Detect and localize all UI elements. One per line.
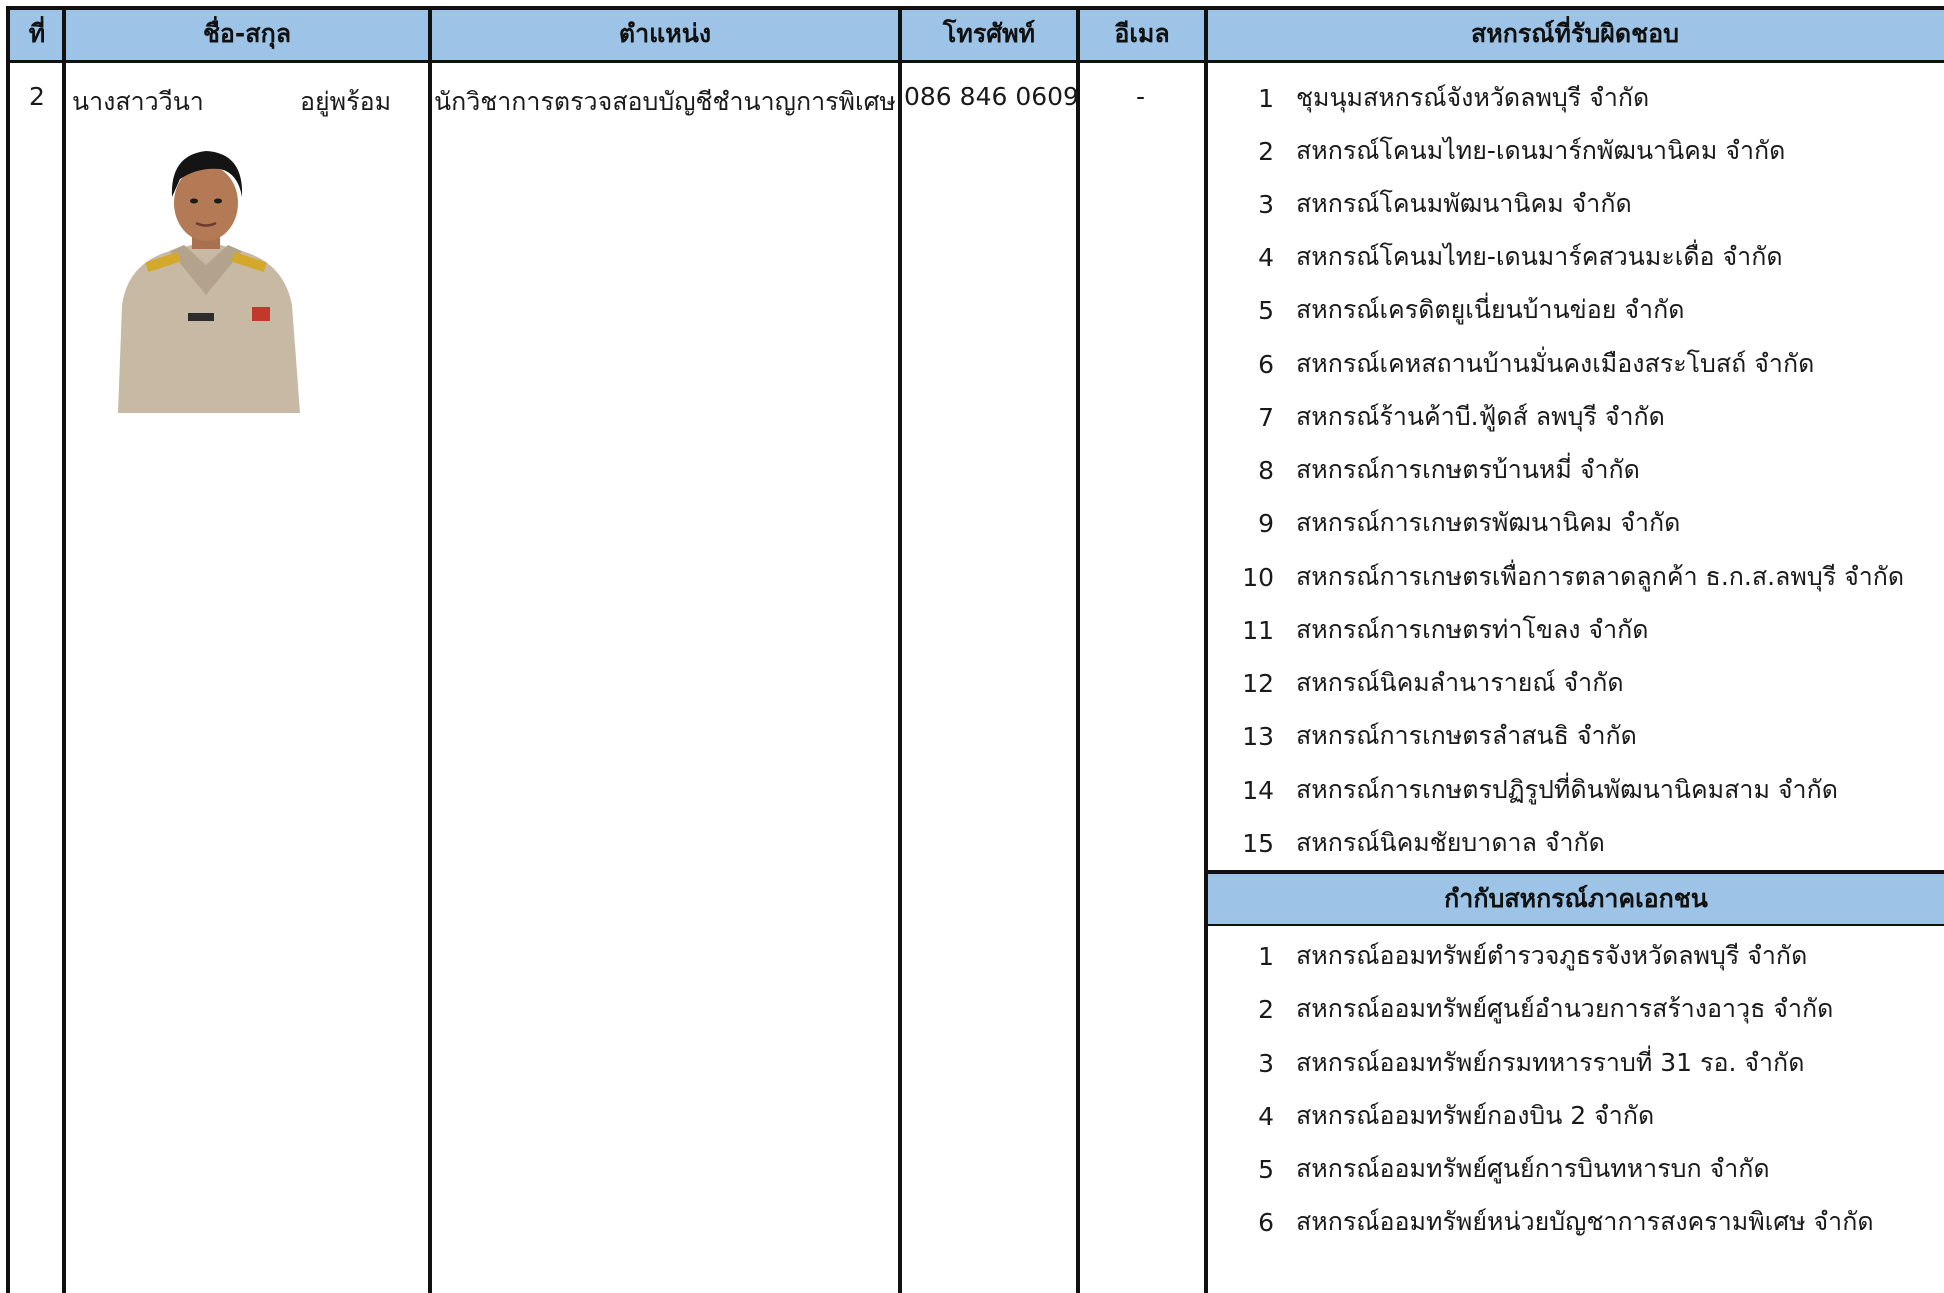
first-name: นางสาววีนา — [72, 87, 204, 116]
list-item: 6 สหกรณ์ออมทรัพย์หน่วยบัญชาการสงครามพิเศษ… — [1258, 1207, 1874, 1237]
header-coops: สหกรณ์ที่รับผิดชอบ — [1206, 8, 1944, 63]
table-top-border — [6, 6, 1944, 10]
header-no: ที่ — [10, 8, 64, 63]
list-item: 8 สหกรณ์การเกษตรบ้านหมี่ จำกัด — [1258, 455, 1640, 485]
private-coops-header: กำกับสหกรณ์ภาคเอกชน — [1208, 870, 1944, 926]
list-item: 7 สหกรณ์ร้านค้าบี.ฟู้ดส์ ลพบุรี จำกัด — [1258, 402, 1665, 432]
phone-number: 086 846 0609 — [904, 82, 1079, 111]
header-phone: โทรศัพท์ — [900, 8, 1078, 63]
grid-line — [1204, 8, 1208, 1293]
list-item: 2 สหกรณ์โคนมไทย-เดนมาร์กพัฒนานิคม จำกัด — [1258, 136, 1786, 166]
list-item: 6 สหกรณ์เคหสถานบ้านมั่นคงเมืองสระโบสถ์ จำ… — [1258, 349, 1815, 379]
list-item: 1 ชุมนุมสหกรณ์จังหวัดลพบุรี จำกัด — [1258, 83, 1650, 113]
header-email: อีเมล — [1078, 8, 1206, 63]
staff-photo — [108, 135, 304, 413]
list-item: 3 สหกรณ์โคนมพัฒนานิคม จำกัด — [1258, 189, 1632, 219]
list-item: 10 สหกรณ์การเกษตรเพื่อการตลาดลูกค้า ธ.ก.ส… — [1242, 562, 1905, 592]
grid-line — [6, 8, 10, 1293]
row-number: 2 — [29, 82, 45, 111]
list-item: 15 สหกรณ์นิคมชัยบาดาล จำกัด — [1242, 828, 1605, 858]
list-item: 4 สหกรณ์โคนมไทย-เดนมาร์คสวนมะเดื่อ จำกัด — [1258, 242, 1783, 272]
list-item: 5 สหกรณ์เครดิตยูเนี่ยนบ้านข่อย จำกัด — [1258, 295, 1685, 325]
grid-line — [1076, 8, 1080, 1293]
list-item: 11 สหกรณ์การเกษตรท่าโขลง จำกัด — [1242, 615, 1649, 645]
last-name: อยู่พร้อม — [300, 87, 392, 116]
grid-line — [428, 8, 432, 1293]
list-item: 13 สหกรณ์การเกษตรลำสนธิ จำกัด — [1242, 721, 1637, 751]
list-item: 9 สหกรณ์การเกษตรพัฒนานิคม จำกัด — [1258, 508, 1681, 538]
list-item: 5 สหกรณ์ออมทรัพย์ศูนย์การบินทหารบก จำกัด — [1258, 1154, 1770, 1184]
header-position: ตำแหน่ง — [430, 8, 900, 63]
staff-table: ที่ ชื่อ-สกุล ตำแหน่ง โทรศัพท์ อีเมล สหก… — [0, 0, 1944, 1293]
list-item: 1 สหกรณ์ออมทรัพย์ตำรวจภูธรจังหวัดลพบุรี จ… — [1258, 941, 1808, 971]
list-item: 14 สหกรณ์การเกษตรปฏิรูปที่ดินพัฒนานิคมสาม… — [1242, 775, 1838, 805]
position-title: นักวิชาการตรวจสอบบัญชีชำนาญการพิเศษ — [434, 87, 896, 116]
grid-line — [62, 8, 66, 1293]
list-item: 3 สหกรณ์ออมทรัพย์กรมทหารราบที่ 31 รอ. จำก… — [1258, 1048, 1805, 1078]
header-name: ชื่อ-สกุล — [64, 8, 430, 63]
email-value: - — [1136, 82, 1146, 111]
list-item: 12 สหกรณ์นิคมลำนารายณ์ จำกัด — [1242, 668, 1624, 698]
list-item: 2 สหกรณ์ออมทรัพย์ศูนย์อำนวยการสร้างอาวุธ … — [1258, 994, 1834, 1024]
grid-line — [898, 8, 902, 1293]
list-item: 4 สหกรณ์ออมทรัพย์กองบิน 2 จำกัด — [1258, 1101, 1655, 1131]
